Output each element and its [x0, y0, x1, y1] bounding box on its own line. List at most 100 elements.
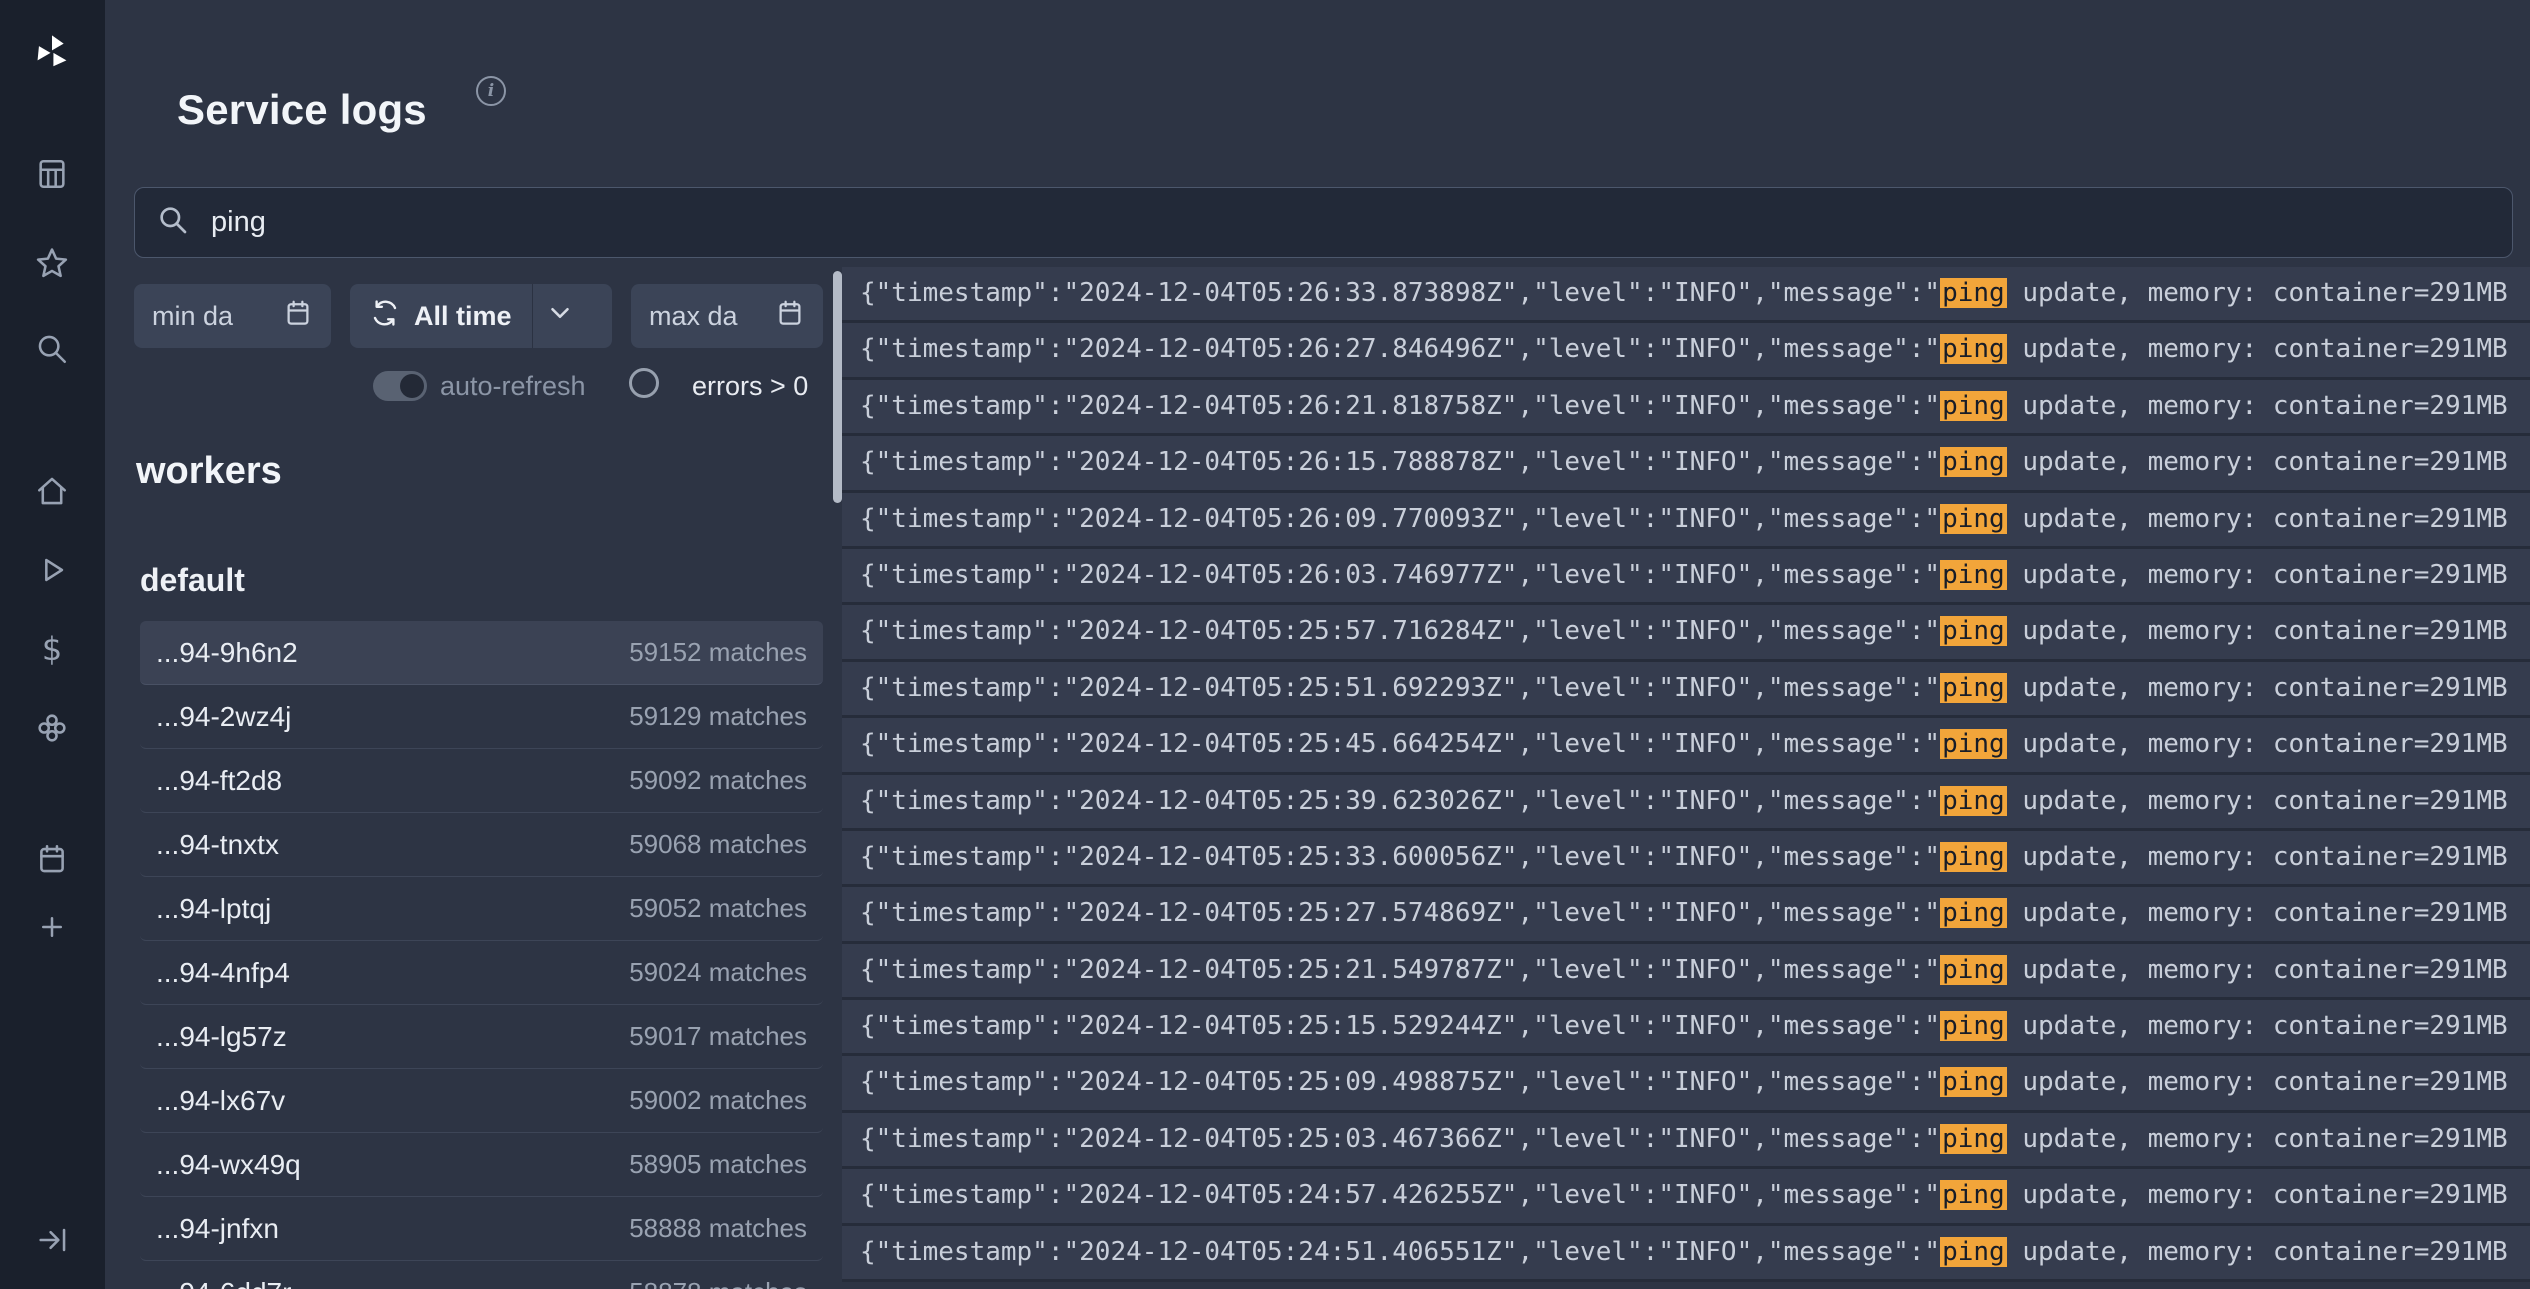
- log-text: {"timestamp":"2024-12-04T05:25:33.600056…: [860, 842, 1940, 872]
- variables-dollar-icon[interactable]: $: [32, 629, 72, 669]
- log-text: update, memory: container=291MB: [2007, 898, 2508, 928]
- worker-match-count: 58878 matches: [629, 1277, 807, 1289]
- search-icon: [157, 204, 189, 241]
- worker-match-count: 58888 matches: [629, 1213, 807, 1244]
- worker-id: ...94-2wz4j: [156, 701, 291, 733]
- search-match-highlight: ping: [1940, 1180, 2007, 1210]
- star-icon[interactable]: [32, 243, 72, 283]
- resources-flower-icon[interactable]: [32, 708, 72, 748]
- worker-id: ...94-6dd7r: [156, 1277, 291, 1289]
- home-icon[interactable]: [32, 471, 72, 511]
- search-match-highlight: ping: [1940, 334, 2007, 364]
- worker-row[interactable]: ...94-6dd7r 58878 matches: [140, 1261, 823, 1289]
- worker-match-count: 58905 matches: [629, 1149, 807, 1180]
- expand-arrow-icon[interactable]: [32, 1220, 72, 1260]
- worker-group-name: default: [140, 562, 245, 599]
- worker-row[interactable]: ...94-4nfp4 59024 matches: [140, 941, 823, 1005]
- log-text: update, memory: container=291MB: [2007, 729, 2508, 759]
- worker-row[interactable]: ...94-jnfxn 58888 matches: [140, 1197, 823, 1261]
- search-match-highlight: ping: [1940, 729, 2007, 759]
- log-text: update, memory: container=291MB: [2007, 786, 2508, 816]
- worker-row[interactable]: ...94-wx49q 58905 matches: [140, 1133, 823, 1197]
- worker-match-count: 59052 matches: [629, 893, 807, 924]
- log-line: {"timestamp":"2024-12-04T05:25:15.529244…: [842, 1000, 2530, 1056]
- max-date-input[interactable]: max da: [631, 284, 823, 348]
- worker-match-count: 59024 matches: [629, 957, 807, 988]
- log-text: update, memory: container=291MB: [2007, 673, 2508, 703]
- windmill-logo[interactable]: [32, 32, 72, 72]
- auto-refresh-toggle[interactable]: [373, 371, 427, 401]
- search-match-highlight: ping: [1940, 560, 2007, 590]
- log-text: {"timestamp":"2024-12-04T05:25:57.716284…: [860, 616, 1940, 646]
- toggle-knob: [400, 374, 424, 398]
- log-text: update, memory: container=291MB: [2007, 1124, 2508, 1154]
- log-line: {"timestamp":"2024-12-04T05:25:57.716284…: [842, 605, 2530, 661]
- log-text: {"timestamp":"2024-12-04T05:25:45.664254…: [860, 729, 1940, 759]
- calendar-icon[interactable]: [775, 298, 805, 335]
- time-range-label: All time: [414, 301, 512, 332]
- runs-play-icon[interactable]: [32, 550, 72, 590]
- log-scrollbar-thumb[interactable]: [833, 271, 842, 503]
- info-icon[interactable]: i: [476, 76, 506, 106]
- search-match-highlight: ping: [1940, 1067, 2007, 1097]
- log-text: {"timestamp":"2024-12-04T05:26:03.746977…: [860, 560, 1940, 590]
- worker-match-count: 59152 matches: [629, 637, 807, 668]
- worker-row[interactable]: ...94-tnxtx 59068 matches: [140, 813, 823, 877]
- log-line: {"timestamp":"2024-12-04T05:26:27.846496…: [842, 323, 2530, 379]
- log-text: update, memory: container=291MB: [2007, 334, 2508, 364]
- log-line: {"timestamp":"2024-12-04T05:25:09.498875…: [842, 1056, 2530, 1112]
- log-search-bar: [134, 187, 2513, 258]
- min-date-placeholder: min da: [152, 301, 233, 332]
- worker-row[interactable]: ...94-ft2d8 59092 matches: [140, 749, 823, 813]
- refresh-icon: [370, 298, 400, 335]
- worker-match-count: 59129 matches: [629, 701, 807, 732]
- log-line: {"timestamp":"2024-12-04T05:25:33.600056…: [842, 831, 2530, 887]
- log-text: {"timestamp":"2024-12-04T05:26:33.873898…: [860, 278, 1940, 308]
- log-text: update, memory: container=291MB: [2007, 504, 2508, 534]
- worker-id: ...94-jnfxn: [156, 1213, 279, 1245]
- log-text: {"timestamp":"2024-12-04T05:24:51.406551…: [860, 1237, 1940, 1267]
- log-list: {"timestamp":"2024-12-04T05:26:33.873898…: [842, 267, 2530, 1282]
- log-text: {"timestamp":"2024-12-04T05:25:21.549787…: [860, 955, 1940, 985]
- time-range-button[interactable]: All time: [350, 284, 532, 348]
- worker-row[interactable]: ...94-lg57z 59017 matches: [140, 1005, 823, 1069]
- worker-id: ...94-lx67v: [156, 1085, 285, 1117]
- errors-label: errors > 0: [692, 369, 808, 403]
- search-input[interactable]: [209, 205, 2490, 240]
- log-text: {"timestamp":"2024-12-04T05:26:15.788878…: [860, 447, 1940, 477]
- add-plus-icon[interactable]: [32, 907, 72, 947]
- worker-row[interactable]: ...94-lx67v 59002 matches: [140, 1069, 823, 1133]
- log-line: {"timestamp":"2024-12-04T05:24:51.406551…: [842, 1226, 2530, 1282]
- log-text: {"timestamp":"2024-12-04T05:26:27.846496…: [860, 334, 1940, 364]
- time-range-dropdown-button[interactable]: [533, 284, 587, 348]
- log-text: {"timestamp":"2024-12-04T05:25:03.467366…: [860, 1124, 1940, 1154]
- worker-row[interactable]: ...94-lptqj 59052 matches: [140, 877, 823, 941]
- log-line: {"timestamp":"2024-12-04T05:24:57.426255…: [842, 1169, 2530, 1225]
- log-text: update, memory: container=291MB: [2007, 616, 2508, 646]
- apps-grid-icon[interactable]: [32, 154, 72, 194]
- log-line: {"timestamp":"2024-12-04T05:26:33.873898…: [842, 267, 2530, 323]
- worker-row[interactable]: ...94-2wz4j 59129 matches: [140, 685, 823, 749]
- search-icon[interactable]: [32, 329, 72, 369]
- log-line: {"timestamp":"2024-12-04T05:25:03.467366…: [842, 1113, 2530, 1169]
- schedules-calendar-icon[interactable]: [32, 839, 72, 879]
- max-date-placeholder: max da: [649, 301, 738, 332]
- worker-row[interactable]: ...94-9h6n2 59152 matches: [140, 621, 823, 685]
- search-match-highlight: ping: [1940, 447, 2007, 477]
- log-text: {"timestamp":"2024-12-04T05:25:09.498875…: [860, 1067, 1940, 1097]
- log-line: {"timestamp":"2024-12-04T05:25:27.574869…: [842, 887, 2530, 943]
- search-match-highlight: ping: [1940, 898, 2007, 928]
- calendar-icon[interactable]: [283, 298, 313, 335]
- search-match-highlight: ping: [1940, 955, 2007, 985]
- errors-toggle[interactable]: [629, 368, 659, 398]
- worker-id: ...94-4nfp4: [156, 957, 290, 989]
- log-text: update, memory: container=291MB: [2007, 842, 2508, 872]
- search-match-highlight: ping: [1940, 1237, 2007, 1267]
- auto-refresh-label: auto-refresh: [440, 369, 586, 403]
- min-date-input[interactable]: min da: [134, 284, 331, 348]
- log-text: {"timestamp":"2024-12-04T05:24:57.426255…: [860, 1180, 1940, 1210]
- worker-match-count: 59068 matches: [629, 829, 807, 860]
- log-line: {"timestamp":"2024-12-04T05:26:21.818758…: [842, 380, 2530, 436]
- workers-heading: workers: [136, 450, 282, 493]
- log-text: {"timestamp":"2024-12-04T05:25:15.529244…: [860, 1011, 1940, 1041]
